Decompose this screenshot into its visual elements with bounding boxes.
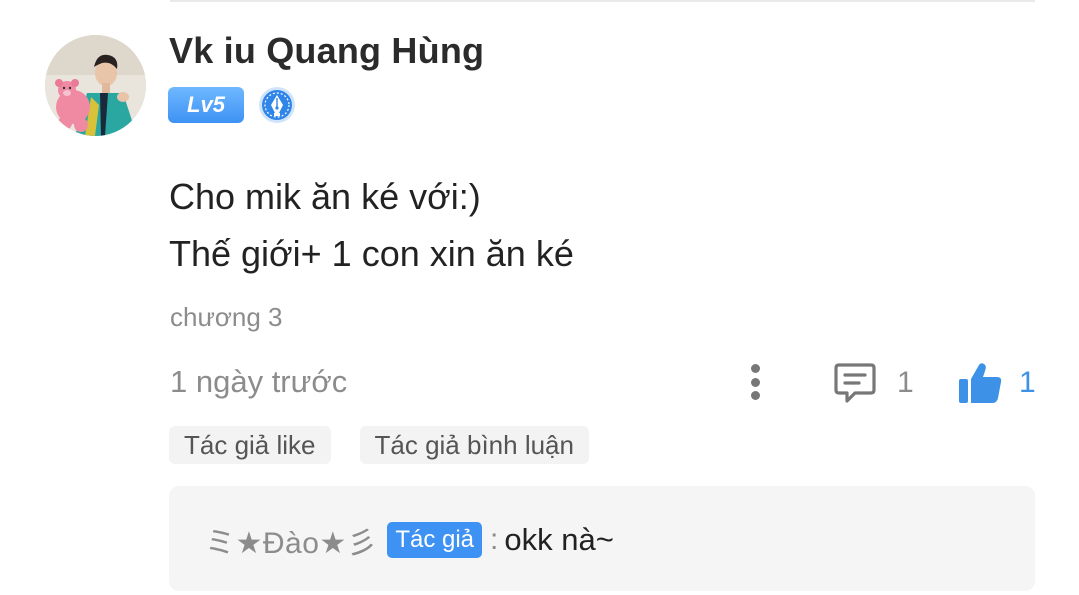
reply-line: ミ★Đào★彡 Tác giả : okk nà~	[205, 520, 614, 560]
reply-text: okk nà~	[504, 522, 614, 557]
like-count: 1	[1019, 366, 1036, 399]
tag-author-reply: Tác giả bình luận	[359, 426, 589, 464]
tag-author-like: Tác giả like	[169, 426, 331, 464]
username[interactable]: Vk iu Quang Hùng	[169, 30, 484, 72]
reply-count: 1	[897, 366, 914, 399]
thumbs-up-icon	[959, 363, 1002, 403]
like-button[interactable]: 1	[957, 360, 1036, 406]
more-dot	[750, 391, 760, 400]
more-dot	[750, 364, 760, 373]
tag-list: Tác giả like Tác giả bình luận	[169, 426, 589, 464]
timestamp: 1 ngày trước	[170, 364, 348, 399]
level-badge: Lv5	[168, 87, 244, 123]
avatar[interactable]	[45, 35, 146, 136]
reply-button[interactable]: 1	[833, 360, 914, 406]
fountain-pen-badge-icon	[258, 86, 296, 124]
reply-separator: :	[490, 523, 499, 556]
comment-text: Cho mik ăn ké với:) Thế giới+ 1 con xin …	[169, 168, 574, 282]
chapter-label[interactable]: chương 3	[170, 302, 283, 333]
comment-line: Cho mik ăn ké với:)	[169, 176, 481, 217]
author-reply-box[interactable]: ミ★Đào★彡 Tác giả : okk nà~	[169, 486, 1035, 591]
reply-author[interactable]: ミ★Đào★彡	[205, 518, 377, 562]
author-badge: Tác giả	[387, 522, 483, 558]
comment-line: Thế giới+ 1 con xin ăn ké	[169, 233, 574, 274]
more-dot	[750, 377, 760, 387]
comment-icon	[834, 363, 876, 403]
more-options-button[interactable]	[738, 360, 772, 404]
avatar-image	[45, 35, 146, 136]
top-divider	[170, 0, 1035, 2]
